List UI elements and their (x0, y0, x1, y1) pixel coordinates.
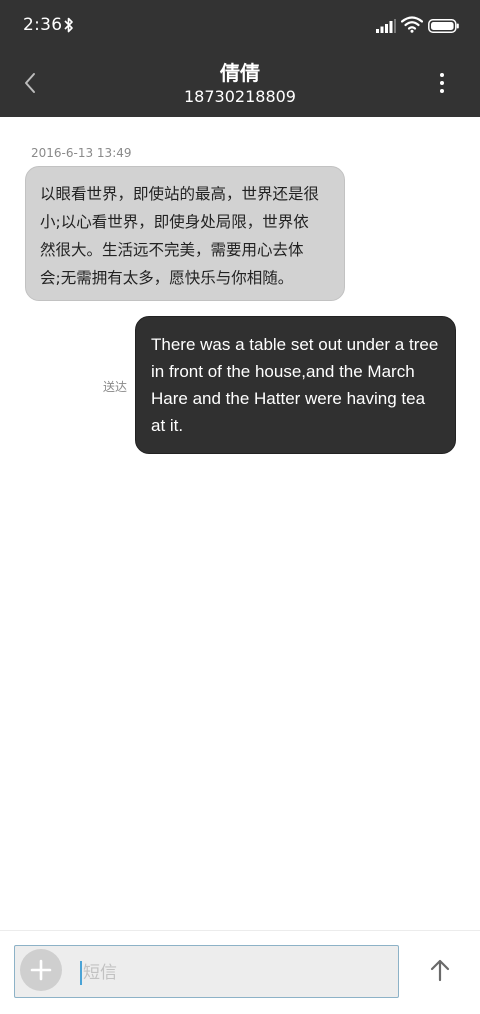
text-cursor (80, 961, 82, 985)
signal-icon (376, 18, 396, 37)
contact-name: 倩倩 (220, 61, 260, 85)
message-line: 会;无需拥有太多，愿快乐与你相随。 (40, 269, 294, 287)
message-line: in front of the house,and the March (151, 362, 415, 381)
message-line: at it. (151, 416, 184, 435)
message-line: 小;以心看世界，即使身处局限，世界依 (40, 213, 309, 231)
back-button[interactable] (18, 68, 46, 100)
incoming-message-bubble[interactable]: 以眼看世界，即使站的最高，世界还是很 小;以心看世界，即使身处局限，世界依 然很… (25, 166, 345, 301)
wifi-icon (400, 16, 424, 37)
attach-button[interactable] (20, 949, 62, 991)
send-button[interactable] (425, 955, 455, 985)
app-header: 2:36 倩倩 18730218809 (0, 0, 480, 117)
message-timestamp: 2016-6-13 13:49 (31, 146, 132, 160)
message-line: 以眼看世界，即使站的最高，世界还是很 (40, 185, 320, 203)
message-line: 然很大。生活远不完美，需要用心去体 (40, 241, 304, 259)
more-vertical-icon (440, 73, 444, 93)
contact-title: 倩倩 18730218809 (90, 60, 390, 107)
delivery-status: 送达 (103, 380, 128, 394)
battery-icon (428, 18, 459, 37)
message-input-placeholder: 短信 (83, 963, 117, 983)
bluetooth-icon (64, 16, 74, 38)
message-line: There was a table set out under a tree (151, 335, 439, 354)
contact-phone-number: 18730218809 (184, 87, 296, 106)
message-line: Hare and the Hatter were having tea (151, 389, 426, 408)
more-options-button[interactable] (431, 70, 453, 98)
chevron-left-icon (25, 73, 35, 93)
status-time: 2:36 (23, 15, 63, 35)
arrow-up-icon (430, 959, 450, 982)
outgoing-message-bubble[interactable]: There was a table set out under a tree i… (135, 316, 456, 454)
message-input[interactable] (14, 945, 399, 998)
plus-icon (30, 959, 52, 981)
